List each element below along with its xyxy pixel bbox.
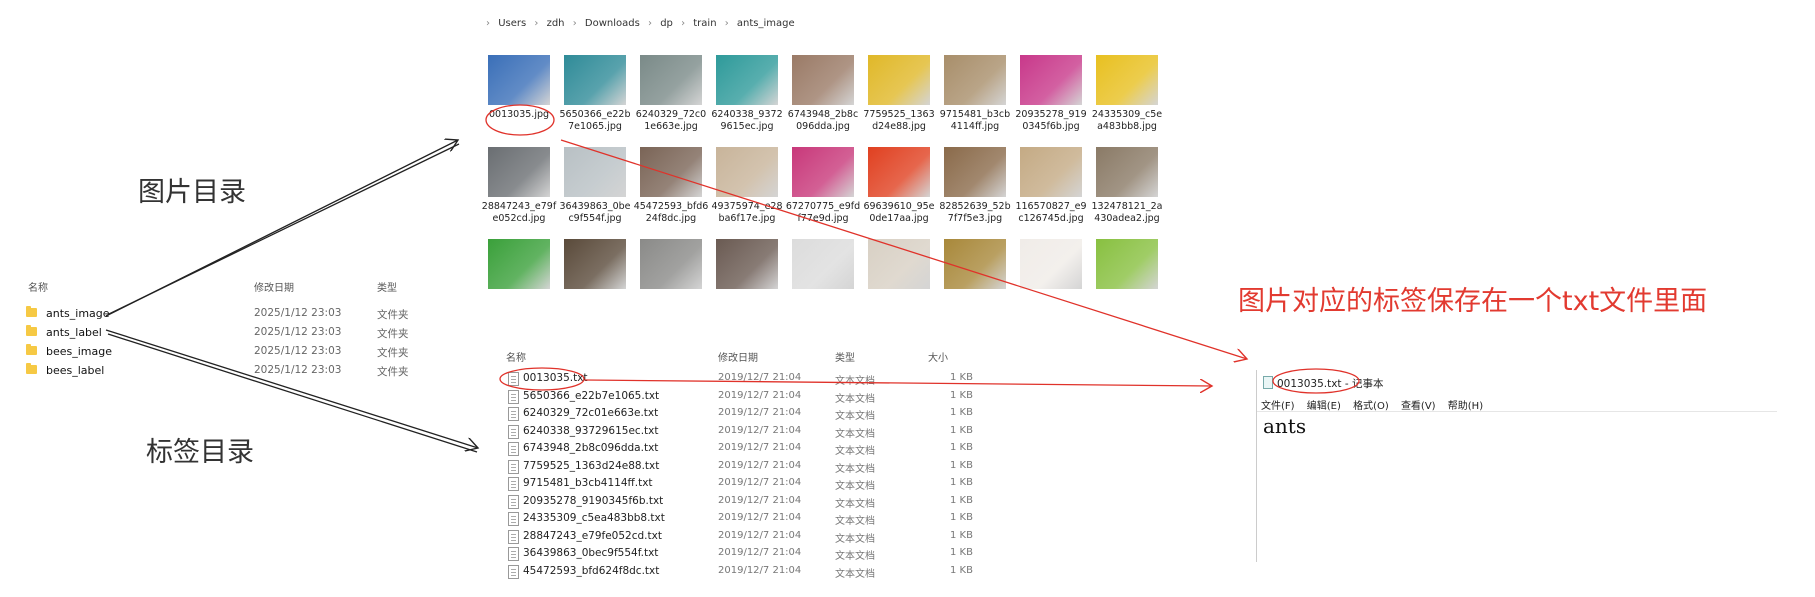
- arrow-to-label-folder: [105, 329, 478, 448]
- arrow-to-label-folder: [107, 333, 478, 453]
- highlight-circle: [1272, 368, 1360, 394]
- arrow-label-to-notepad: [584, 380, 1212, 386]
- annotation-overlay: [105, 104, 1360, 453]
- arrow-to-image-folder: [108, 143, 460, 315]
- highlight-circle: [499, 367, 585, 391]
- highlight-circle: [485, 104, 555, 136]
- arrow-image-to-notepad: [560, 139, 1247, 359]
